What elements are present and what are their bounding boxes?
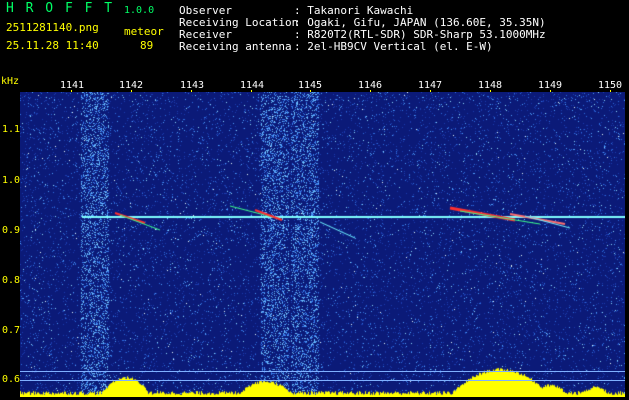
hrofft-window: H R O F F T 1.0.0 2511281140.png 25.11.2… [0,0,629,400]
spectrogram-canvas-area [20,92,625,397]
file-name: 2511281140.png [6,21,99,34]
y-unit-label: kHz [1,76,20,87]
spectrogram [20,92,625,397]
y-tick-label: 0.6 [2,374,21,385]
y-tick-label: 1.0 [2,175,21,186]
x-tick-label: 1141 [60,80,85,91]
antenna-label: Receiving antenna [179,40,292,53]
x-tick-label: 1143 [180,80,205,91]
y-tick-label: 0.7 [2,325,21,336]
app-version: 1.0.0 [124,5,155,16]
guide-line [20,380,625,381]
meteor-count: 89 [140,39,154,52]
x-tick-label: 1144 [240,80,265,91]
meteor-label: meteor [124,25,164,38]
antenna-value: : 2el-HB9CV Vertical (el. E-W) [294,40,493,53]
app-name: H R O F F T [6,1,115,16]
y-tick-label: 0.8 [2,275,21,286]
y-tick-label: 1.1 [2,124,21,135]
guide-line [20,371,625,372]
file-datetime: 25.11.28 11:40 [6,39,99,52]
y-tick-label: 0.9 [2,225,21,236]
